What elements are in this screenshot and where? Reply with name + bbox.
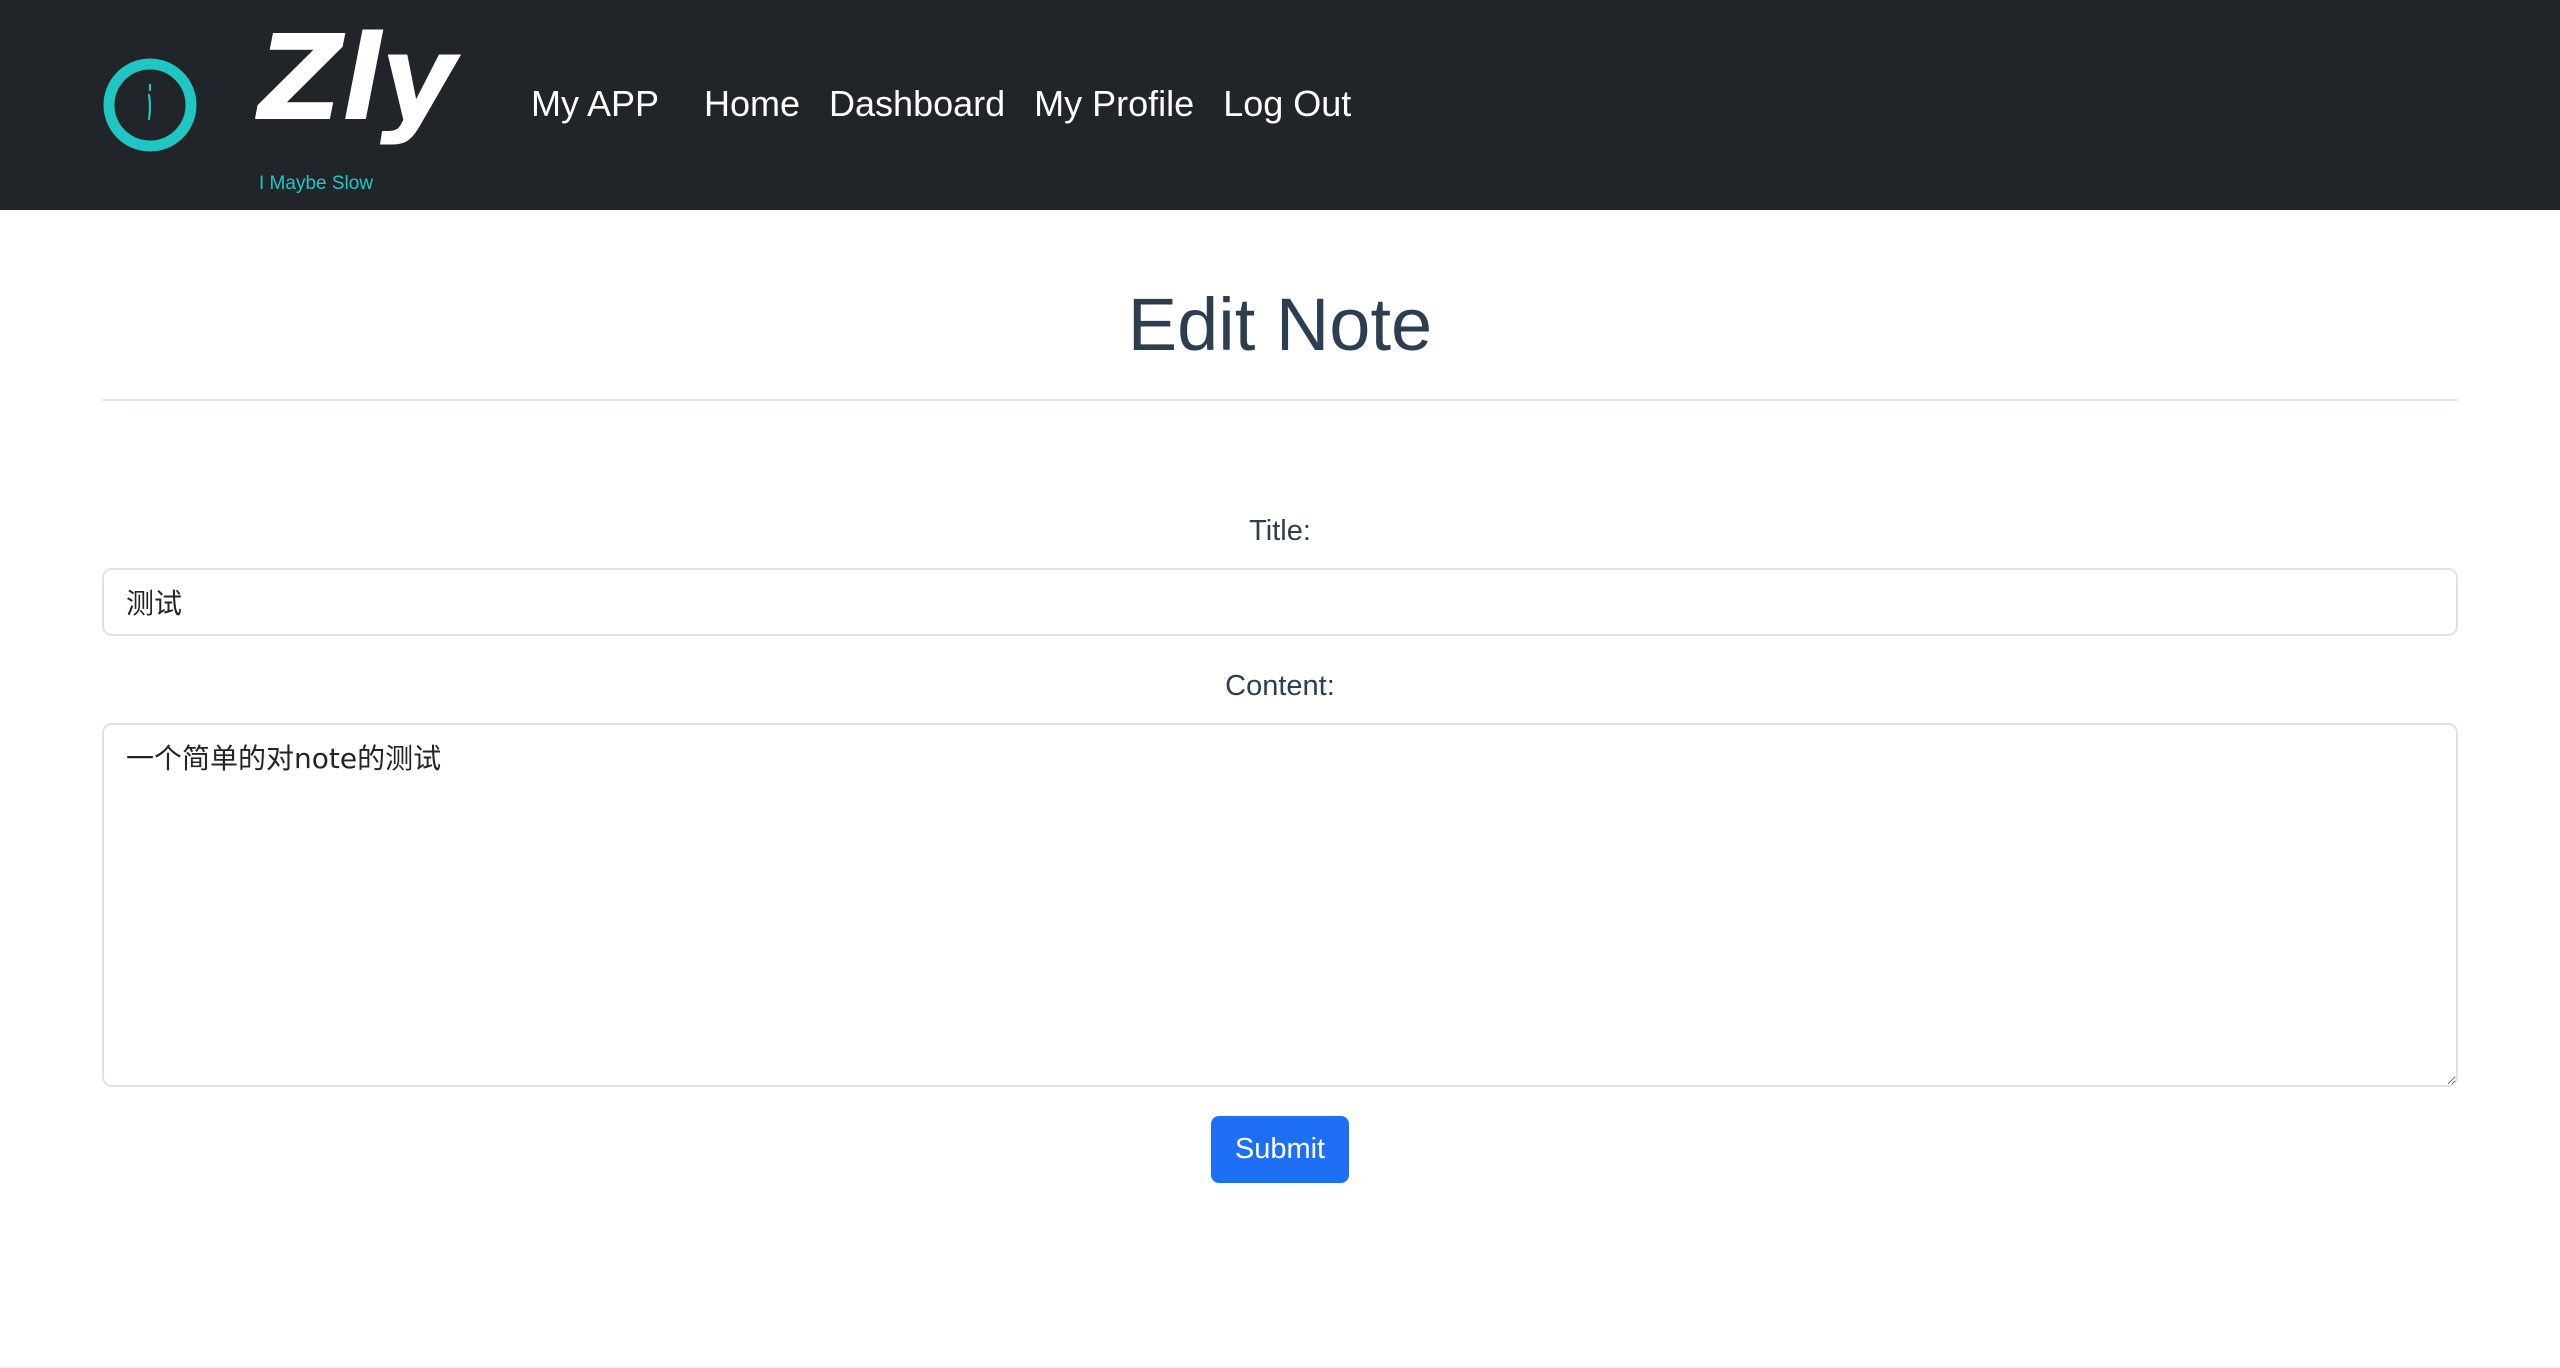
nav-link-home[interactable]: Home	[704, 80, 800, 128]
brand-tagline: I Maybe Slow	[259, 173, 374, 194]
content-label: Content:	[1225, 670, 1335, 702]
title-label: Title:	[1249, 515, 1311, 547]
ring-logo-icon[interactable]	[102, 57, 198, 153]
top-navbar: Zly I Maybe Slow My APP Home Dashboard M…	[0, 0, 2560, 210]
page-title: Edit Note	[1127, 283, 1433, 366]
nav-link-my-profile[interactable]: My Profile	[1034, 80, 1194, 128]
brand-name[interactable]: Zly	[258, 8, 457, 148]
nav-link-log-out[interactable]: Log Out	[1223, 80, 1351, 128]
submit-button[interactable]: Submit	[1211, 1116, 1349, 1183]
title-divider	[102, 399, 2458, 401]
nav-link-dashboard[interactable]: Dashboard	[829, 80, 1005, 128]
content-textarea[interactable]: 一个简单的对note的测试	[102, 723, 2458, 1087]
title-input[interactable]	[102, 568, 2458, 636]
nav-app-title[interactable]: My APP	[531, 80, 659, 128]
nav-links: Home Dashboard My Profile Log Out	[704, 80, 1351, 128]
